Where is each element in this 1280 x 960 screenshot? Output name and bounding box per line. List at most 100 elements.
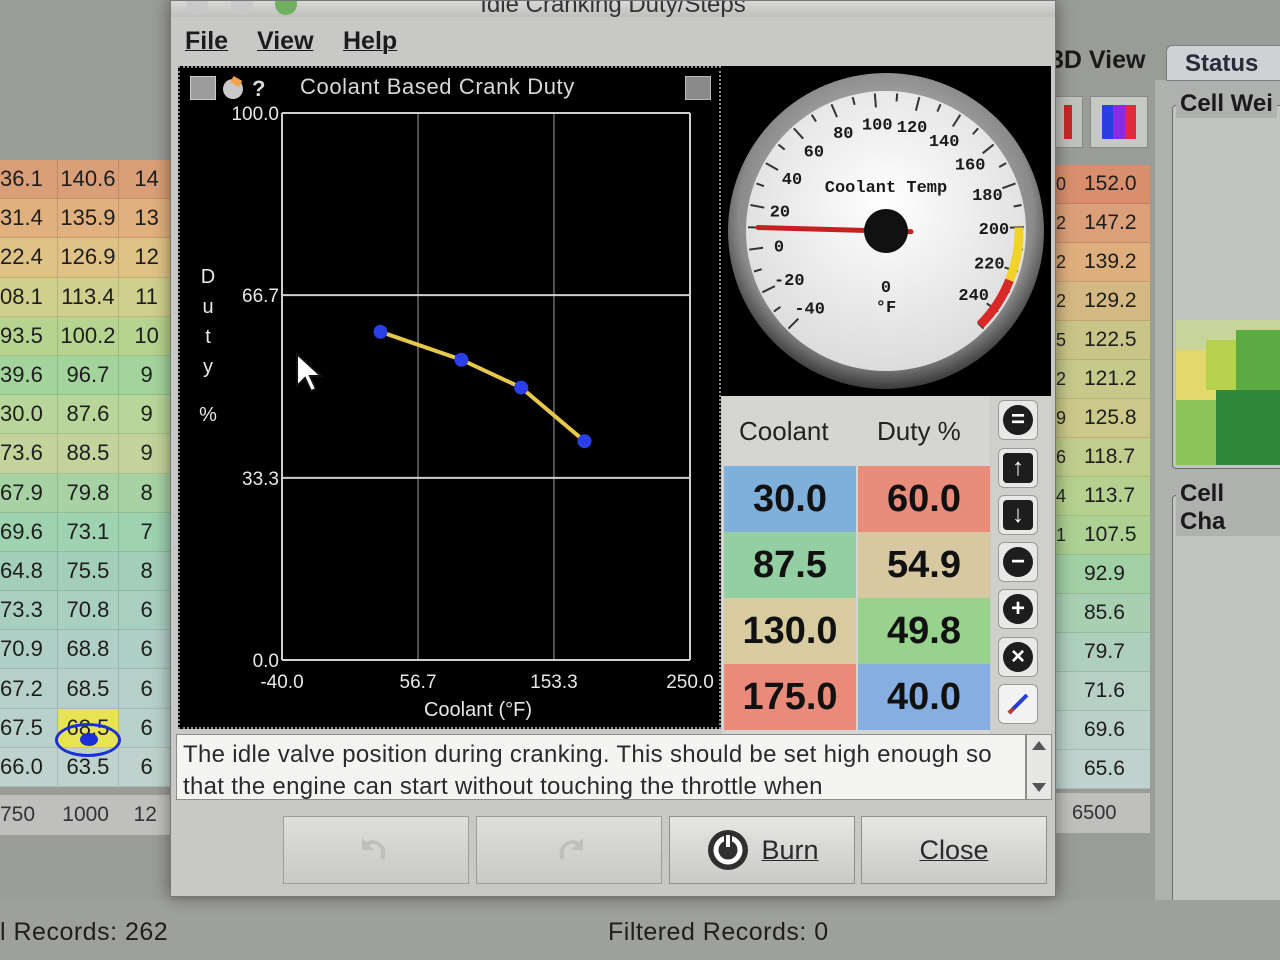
duty-cell[interactable]: 54.9	[858, 532, 990, 598]
coolant-cell[interactable]: 175.0	[724, 664, 856, 730]
table-cell[interactable]: 75.5	[57, 551, 120, 592]
move-down-button[interactable]: ↓	[998, 495, 1038, 535]
table-cell[interactable]: 9	[119, 434, 176, 474]
remove-row-button[interactable]: =	[998, 400, 1038, 440]
table-cell[interactable]: 12	[119, 238, 176, 278]
table-cell[interactable]: 135.9	[57, 199, 120, 239]
table-cell[interactable]: 36.1	[0, 160, 58, 200]
table-cell[interactable]: 68.5	[57, 669, 120, 709]
table-cell[interactable]: 4 113.7	[1050, 477, 1150, 516]
increment-button[interactable]: +	[998, 589, 1038, 629]
table-cell[interactable]: 71.6	[1050, 672, 1150, 711]
scroll-up-icon[interactable]	[1032, 741, 1046, 750]
table-cell[interactable]: 22.4	[0, 238, 58, 278]
table-cell[interactable]: 31.4	[0, 199, 58, 239]
table-cell[interactable]: 8	[119, 551, 176, 592]
table-cell[interactable]: 70.8	[57, 591, 120, 631]
duty-cell[interactable]: 49.8	[858, 598, 990, 664]
table-cell[interactable]: 1 107.5	[1050, 516, 1150, 555]
table-cell[interactable]: 5 122.5	[1050, 321, 1150, 360]
data-point[interactable]	[577, 434, 592, 449]
table-cell[interactable]: 9	[119, 355, 176, 396]
table-cell[interactable]: 10	[119, 316, 176, 356]
table-cell[interactable]: 93.5	[0, 316, 58, 356]
table-cell[interactable]: 6 118.7	[1050, 438, 1150, 477]
table-cell[interactable]: 113.4	[57, 277, 120, 317]
table-cell[interactable]: 88.5	[57, 434, 120, 474]
duty-cell[interactable]: 40.0	[858, 664, 990, 730]
menu-view[interactable]: View	[257, 27, 314, 56]
table-cell[interactable]: 73.1	[57, 512, 120, 552]
scroll-down-icon[interactable]	[1032, 783, 1046, 792]
table-cell[interactable]: 2 147.2	[1050, 204, 1150, 243]
table-cell[interactable]: 65.6	[1050, 750, 1150, 789]
table-cell[interactable]: 9 125.8	[1050, 399, 1150, 438]
menu-file[interactable]: File	[185, 27, 228, 56]
burn-button[interactable]: Burn	[669, 816, 855, 884]
decrement-button[interactable]: −	[998, 542, 1038, 582]
table-cell[interactable]: 7	[119, 512, 176, 552]
table-cell[interactable]: 87.6	[57, 395, 120, 435]
redo-button[interactable]	[476, 816, 662, 884]
table-cell[interactable]: 30.0	[0, 395, 58, 435]
table-cell[interactable]: 6	[119, 708, 176, 748]
undo-button[interactable]	[283, 816, 469, 884]
table-cell[interactable]: 68.8	[57, 630, 120, 670]
crank-duty-chart[interactable]: -40.0 56.7 153.3 250.0 0.0 33.3 66.7 100.0 Cool…	[180, 68, 720, 728]
table-cell[interactable]: 6	[119, 669, 176, 709]
table-cell[interactable]: 140.6	[57, 160, 120, 200]
table-cell[interactable]: 67.9	[0, 473, 58, 513]
table-cell[interactable]: 69.6	[1050, 711, 1150, 750]
table-cell[interactable]: 126.9	[57, 238, 120, 278]
table-cell[interactable]: 66.0	[0, 747, 58, 787]
table-cell[interactable]: 0 152.0	[1050, 165, 1150, 204]
edit-button[interactable]	[998, 684, 1038, 724]
table-cell[interactable]: 73.6	[0, 434, 58, 474]
data-point[interactable]	[373, 324, 388, 339]
table-cell[interactable]: 79.7	[1050, 633, 1150, 672]
table-cell[interactable]: 11	[119, 277, 176, 317]
table-cell[interactable]: 73.3	[0, 591, 58, 631]
description-scrollbar[interactable]	[1026, 734, 1052, 800]
table-cell[interactable]: 39.6	[0, 355, 58, 396]
coolant-cell[interactable]: 30.0	[724, 466, 856, 532]
tab-3d-view[interactable]: 3D View	[1050, 46, 1145, 75]
close-button[interactable]: Close	[861, 816, 1047, 884]
zoom-window-icon[interactable]	[275, 1, 297, 15]
table-cell[interactable]: 85.6	[1050, 594, 1150, 633]
table-cell[interactable]: 69.6	[0, 512, 58, 552]
minimize-window-icon[interactable]	[231, 1, 253, 15]
gauge-scale-label: 100	[862, 116, 893, 135]
data-point[interactable]	[514, 380, 529, 395]
clear-button[interactable]: ×	[998, 637, 1038, 677]
table-cell[interactable]: 2 121.2	[1050, 360, 1150, 399]
table-cell[interactable]: 79.8	[57, 473, 120, 513]
table-cell[interactable]: 96.7	[57, 355, 120, 396]
table-cell[interactable]: 67.2	[0, 669, 58, 709]
table-cell[interactable]: 9	[119, 395, 176, 435]
coolant-cell[interactable]: 87.5	[724, 532, 856, 598]
coolant-cell[interactable]: 130.0	[724, 598, 856, 664]
table-cell[interactable]: 70.9	[0, 630, 58, 670]
tab-status[interactable]: Status	[1166, 45, 1280, 81]
table-cell[interactable]: 8	[119, 473, 176, 513]
table-cell[interactable]: 64.8	[0, 551, 58, 592]
table-cell[interactable]: 6	[119, 747, 176, 787]
table-cell[interactable]: 6	[119, 591, 176, 631]
duty-cell[interactable]: 60.0	[858, 466, 990, 532]
table-cell[interactable]: 67.5	[0, 708, 58, 748]
table-cell[interactable]: 14	[119, 160, 176, 200]
table-cell[interactable]: 6	[119, 630, 176, 670]
color-scale-button[interactable]	[1055, 96, 1083, 148]
table-cell[interactable]: 13	[119, 199, 176, 239]
table-cell[interactable]: 2 139.2	[1050, 243, 1150, 282]
table-cell[interactable]: 92.9	[1050, 555, 1150, 594]
color-palette-button[interactable]	[1090, 96, 1148, 148]
close-window-icon[interactable]	[186, 1, 208, 15]
menu-help[interactable]: Help	[343, 27, 397, 56]
data-point[interactable]	[454, 352, 469, 367]
table-cell[interactable]: 08.1	[0, 277, 58, 317]
move-up-button[interactable]: ↑	[998, 448, 1038, 488]
table-cell[interactable]: 2 129.2	[1050, 282, 1150, 321]
table-cell[interactable]: 100.2	[57, 316, 120, 356]
